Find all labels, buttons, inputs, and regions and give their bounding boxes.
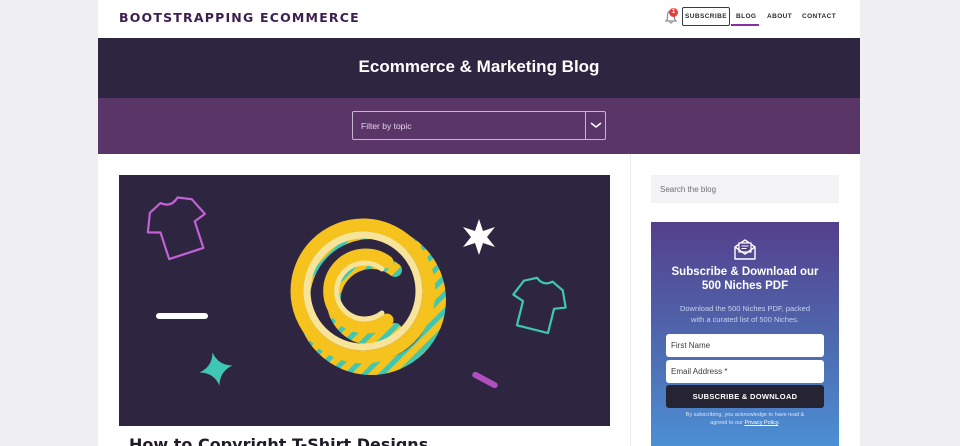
consent-suffix: . — [778, 420, 780, 426]
promo-desc-line2: with a curated list of 500 Niches. — [691, 315, 799, 324]
consent-text: By subscribing, you acknowledge to have … — [666, 411, 824, 427]
search-placeholder: Search the blog — [660, 185, 717, 194]
promo-title-line2: 500 Niches PDF — [701, 280, 789, 292]
promo-description: Download the 500 Niches PDF, packed with… — [663, 303, 827, 325]
notification-badge: 1 — [669, 8, 678, 17]
envelope-icon — [734, 239, 756, 260]
privacy-policy-link[interactable]: Privacy Policy — [744, 420, 778, 426]
consent-prefix: agreed to our — [710, 420, 745, 426]
promo-title-line1: Subscribe & Download our — [671, 266, 819, 278]
featured-post-title[interactable]: How to Copyright T-Shirt Designs — [129, 435, 428, 446]
subscribe-download-button[interactable]: SUBSCRIBE & DOWNLOAD — [666, 385, 824, 408]
first-name-field[interactable]: First Name — [666, 334, 824, 357]
page: BOOTSTRAPPING ECOMMERCE 1 SUBSCRIBE BLOG… — [98, 0, 860, 446]
subscribe-promo-box: Subscribe & Download our 500 Niches PDF … — [651, 222, 839, 446]
promo-title: Subscribe & Download our 500 Niches PDF — [651, 265, 839, 293]
email-field[interactable]: Email Address * — [666, 360, 824, 383]
topic-filter-placeholder: Filter by topic — [361, 121, 412, 131]
hero-banner: Ecommerce & Marketing Blog — [98, 38, 860, 98]
nav-contact-link[interactable]: CONTACT — [802, 13, 836, 20]
column-divider — [630, 154, 631, 446]
site-logo[interactable]: BOOTSTRAPPING ECOMMERCE — [119, 10, 360, 25]
promo-desc-line1: Download the 500 Niches PDF, packed — [679, 304, 811, 313]
filter-band: Filter by topic — [98, 98, 860, 154]
nav-about-link[interactable]: ABOUT — [767, 13, 792, 20]
topic-filter-select[interactable]: Filter by topic — [352, 111, 606, 140]
site-header: BOOTSTRAPPING ECOMMERCE 1 SUBSCRIBE BLOG… — [98, 0, 860, 38]
nav-subscribe-button[interactable]: SUBSCRIBE — [682, 7, 730, 26]
blog-search-input[interactable]: Search the blog — [651, 175, 839, 203]
chevron-down-icon[interactable] — [589, 120, 603, 130]
email-placeholder: Email Address * — [671, 367, 728, 376]
first-name-placeholder: First Name — [671, 341, 711, 350]
consent-line2: agreed to our Privacy Policy. — [666, 419, 824, 427]
consent-line1: By subscribing, you acknowledge to have … — [685, 412, 805, 418]
page-title: Ecommerce & Marketing Blog — [358, 57, 600, 76]
active-nav-underline — [731, 24, 759, 26]
filter-divider — [585, 112, 586, 139]
featured-post-image[interactable] — [119, 175, 610, 426]
nav-blog-link[interactable]: BLOG — [736, 13, 756, 20]
